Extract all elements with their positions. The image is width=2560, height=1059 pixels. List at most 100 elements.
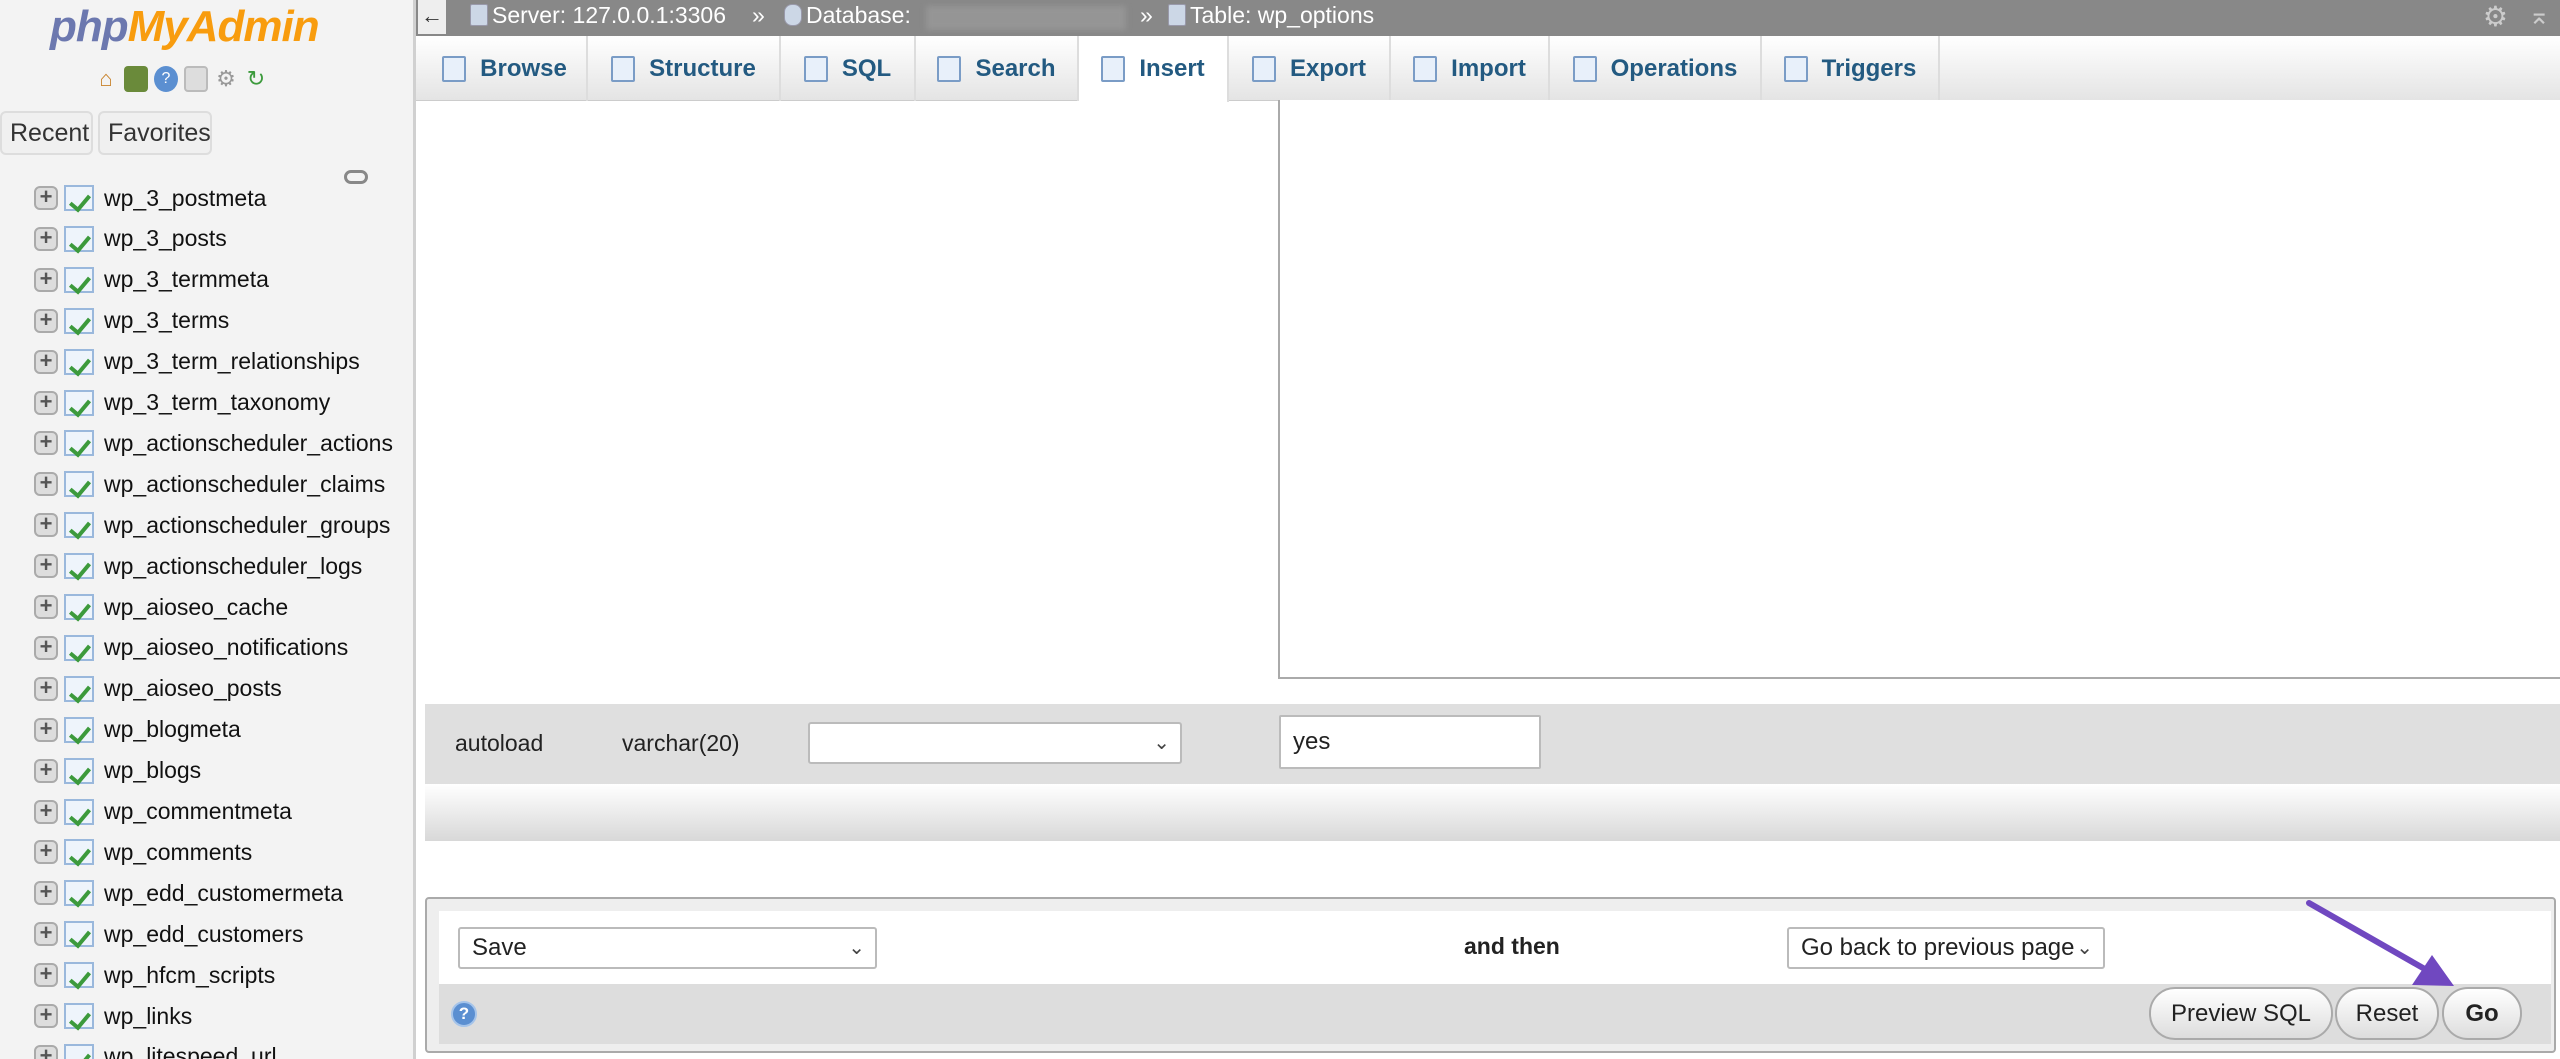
expand-icon[interactable]: + <box>34 1044 58 1059</box>
expand-icon[interactable]: + <box>34 922 58 947</box>
table-tree-item[interactable]: + wp_actionscheduler_groups <box>0 495 413 556</box>
table-name[interactable]: wp_actionscheduler_groups <box>104 512 390 539</box>
tab-operations[interactable]: Operations <box>1550 36 1762 101</box>
expand-icon[interactable]: + <box>34 513 58 538</box>
settings-gear-icon[interactable]: ⚙ <box>2483 0 2508 33</box>
go-button[interactable]: Go <box>2442 987 2522 1040</box>
table-name[interactable]: wp_litespeed_url <box>104 1043 277 1059</box>
table-name[interactable]: wp_3_term_relationships <box>104 348 360 375</box>
expand-icon[interactable]: + <box>34 799 58 824</box>
breadcrumb-table[interactable]: Table: wp_options <box>1168 2 1374 29</box>
tab-browse[interactable]: Browse <box>423 36 588 101</box>
table-tree-item[interactable]: + wp_litespeed_url <box>0 1026 413 1059</box>
home-icon[interactable]: ⌂ <box>94 66 118 92</box>
expand-icon[interactable]: + <box>34 267 58 292</box>
reset-button[interactable]: Reset <box>2335 987 2439 1040</box>
table-tree-item[interactable]: + wp_3_term_relationships <box>0 331 413 392</box>
expand-icon[interactable]: + <box>34 635 58 660</box>
table-name[interactable]: wp_aioseo_cache <box>104 594 288 621</box>
table-name[interactable]: wp_comments <box>104 839 252 866</box>
table-name[interactable]: wp_3_term_taxonomy <box>104 389 330 416</box>
expand-icon[interactable]: + <box>34 1004 58 1028</box>
table-tree-item[interactable]: + wp_3_terms <box>0 290 413 351</box>
expand-icon[interactable]: + <box>34 349 58 374</box>
table-name[interactable]: wp_commentmeta <box>104 798 292 825</box>
favorites-button[interactable]: Favorites <box>98 111 212 155</box>
value-input[interactable]: yes <box>1279 715 1541 769</box>
expand-icon[interactable]: + <box>34 840 58 865</box>
tab-triggers[interactable]: Triggers <box>1762 36 1940 101</box>
help-icon[interactable]: ? <box>451 1001 477 1027</box>
table-tree-item[interactable]: + wp_edd_customers <box>0 904 413 965</box>
table-tree-item[interactable]: + wp_actionscheduler_claims <box>0 454 413 515</box>
table-tree-item[interactable]: + wp_aioseo_cache <box>0 577 413 637</box>
table-tree-item[interactable]: + wp_3_termmeta <box>0 249 413 310</box>
expand-icon[interactable]: + <box>34 554 58 579</box>
table-name[interactable]: wp_edd_customers <box>104 921 303 948</box>
tab-search[interactable]: Search <box>916 36 1079 101</box>
tab-import[interactable]: Import <box>1391 36 1550 101</box>
exit-icon[interactable] <box>124 66 148 92</box>
expand-icon[interactable]: + <box>34 472 58 497</box>
tab-insert[interactable]: Insert <box>1079 36 1229 102</box>
table-name[interactable]: wp_3_posts <box>104 225 227 252</box>
breadcrumb-database[interactable]: Database: <box>784 2 911 29</box>
expand-icon[interactable]: + <box>34 308 58 333</box>
expand-icon[interactable]: + <box>34 963 58 988</box>
table-tree-item[interactable]: + wp_3_postmeta <box>0 168 413 228</box>
expand-icon[interactable]: + <box>34 390 58 415</box>
expand-icon[interactable]: + <box>34 881 58 906</box>
table-name[interactable]: wp_links <box>104 1003 192 1030</box>
table-tree-item[interactable]: + wp_comments <box>0 822 413 883</box>
help-icon[interactable]: ? <box>154 66 178 92</box>
table-tree-item[interactable]: + wp_3_posts <box>0 208 413 269</box>
expand-icon[interactable]: + <box>34 431 58 456</box>
table-name[interactable]: wp_blogmeta <box>104 716 241 743</box>
phpmyadmin-logo[interactable]: phpMyAdmin <box>50 2 320 52</box>
structure-icon <box>611 55 636 82</box>
table-tree-item[interactable]: + wp_3_term_taxonomy <box>0 372 413 433</box>
table-name[interactable]: wp_aioseo_posts <box>104 675 282 702</box>
table-name[interactable]: wp_3_termmeta <box>104 266 269 293</box>
tab-sql[interactable]: SQL <box>781 36 916 101</box>
reload-icon[interactable]: ↻ <box>244 66 268 92</box>
function-select[interactable]: ⌄ <box>808 722 1182 764</box>
tab-export[interactable]: Export <box>1229 36 1391 101</box>
expand-icon[interactable]: + <box>34 758 58 783</box>
table-tree-item[interactable]: + wp_aioseo_notifications <box>0 617 413 678</box>
table-name[interactable]: wp_3_postmeta <box>104 185 266 212</box>
settings-icon[interactable]: ⚙ <box>214 66 238 92</box>
breadcrumb-server[interactable]: Server: 127.0.0.1:3306 <box>470 2 726 29</box>
docs-icon[interactable] <box>184 66 208 92</box>
tab-structure[interactable]: Structure <box>588 36 781 101</box>
table-name[interactable]: wp_blogs <box>104 757 201 784</box>
expand-icon[interactable]: + <box>34 186 58 210</box>
table-tree-item[interactable]: + wp_aioseo_posts <box>0 658 413 719</box>
expand-icon[interactable]: + <box>34 595 58 619</box>
table-tree-item[interactable]: + wp_hfcm_scripts <box>0 945 413 1006</box>
expand-icon[interactable]: + <box>34 717 58 742</box>
recent-button[interactable]: Recent <box>0 111 93 155</box>
collapse-icon[interactable]: ⌅ <box>2528 0 2550 31</box>
after-insert-select[interactable]: Go back to previous page ⌄ <box>1787 927 2105 969</box>
expand-icon[interactable]: + <box>34 676 58 701</box>
table-tree-item[interactable]: + wp_commentmeta <box>0 781 413 842</box>
action-select[interactable]: Save ⌄ <box>458 927 877 969</box>
back-arrow-button[interactable]: ← <box>418 0 446 34</box>
table-name[interactable]: wp_actionscheduler_claims <box>104 471 385 498</box>
table-tree-item[interactable]: + wp_blogmeta <box>0 699 413 760</box>
table-name[interactable]: wp_actionscheduler_actions <box>104 430 393 457</box>
table-tree-item[interactable]: + wp_actionscheduler_logs <box>0 536 413 597</box>
table-name[interactable]: wp_3_terms <box>104 307 229 334</box>
table-name[interactable]: wp_actionscheduler_logs <box>104 553 362 580</box>
table-tree-item[interactable]: + wp_links <box>0 986 413 1046</box>
value-textarea[interactable] <box>1278 100 2560 679</box>
table-name[interactable]: wp_aioseo_notifications <box>104 634 348 661</box>
table-name[interactable]: wp_hfcm_scripts <box>104 962 275 989</box>
table-name[interactable]: wp_edd_customermeta <box>104 880 343 907</box>
table-tree-item[interactable]: + wp_blogs <box>0 740 413 801</box>
table-tree-item[interactable]: + wp_edd_customermeta <box>0 863 413 924</box>
expand-icon[interactable]: + <box>34 226 58 251</box>
table-tree-item[interactable]: + wp_actionscheduler_actions <box>0 413 413 474</box>
preview-sql-button[interactable]: Preview SQL <box>2149 987 2333 1040</box>
